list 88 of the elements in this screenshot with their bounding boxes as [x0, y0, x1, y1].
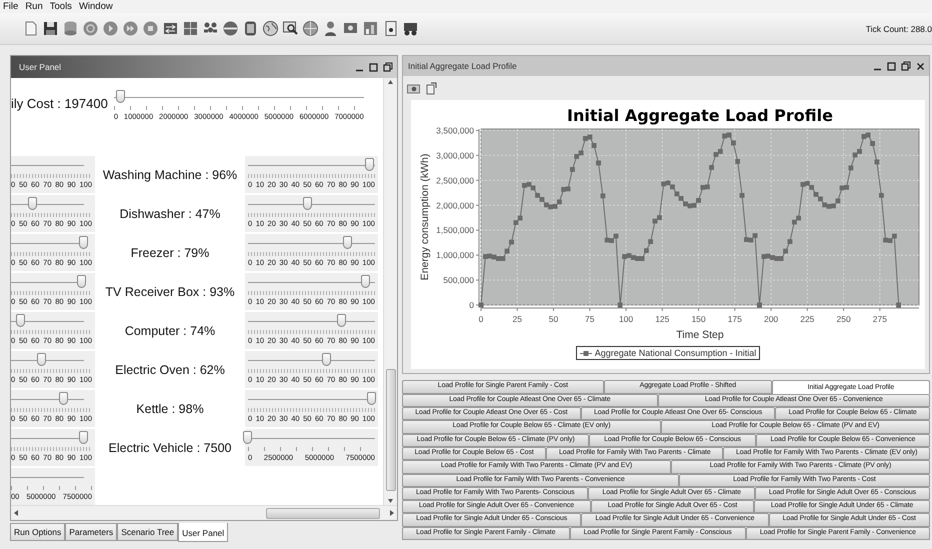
tab[interactable]: Parameters — [65, 523, 118, 541]
slider-thumb[interactable] — [16, 314, 26, 327]
database-icon[interactable] — [62, 20, 79, 37]
tab[interactable]: User Panel — [178, 523, 228, 542]
y-axis-title: Energy consumption (kWh) — [419, 154, 431, 280]
slider-thumb[interactable] — [76, 275, 86, 288]
chart-icon[interactable] — [362, 20, 379, 37]
menu-item[interactable]: File — [3, 1, 18, 12]
slider-label: Freezer : 79% — [130, 246, 210, 260]
slider-label: Kettle : 98% — [136, 402, 204, 416]
slider-label: TV Receiver Box : 93% — [105, 284, 235, 298]
slider-thumb[interactable] — [79, 431, 88, 444]
vehicle-icon[interactable] — [402, 20, 419, 37]
slider-thumb[interactable] — [59, 392, 68, 405]
axis-tick-label: 125 — [655, 314, 670, 324]
slider-thumb[interactable] — [367, 392, 376, 405]
axis-tick-label: 2,500,000 — [436, 175, 474, 186]
axis-tick-label: 175 — [728, 314, 742, 324]
axis-tick-label: 500,000 — [443, 275, 474, 286]
scrollbar-thumb[interactable] — [266, 508, 380, 518]
stop-icon[interactable] — [142, 20, 159, 37]
axis-tick-label: 50 — [548, 314, 558, 324]
tab[interactable]: Run Options — [10, 523, 66, 541]
menu-item[interactable]: Window — [78, 1, 113, 12]
axis-tick-label: 3,000,000 — [436, 150, 474, 160]
slider-thumb[interactable] — [79, 236, 88, 249]
axis-tick-label: 25 — [512, 314, 522, 324]
horizontal-scrollbar[interactable] — [11, 505, 397, 520]
axis-tick-label: 75 — [585, 314, 594, 324]
restore-icon[interactable] — [901, 61, 911, 71]
slider-label: Washing Machine : 96% — [102, 168, 238, 182]
tick-count: Tick Count: 288.0 — [866, 24, 932, 34]
maximize-icon[interactable] — [369, 62, 378, 72]
camera-icon[interactable] — [407, 82, 420, 94]
window-title: User Panel — [19, 62, 62, 72]
slider-thumb[interactable] — [302, 197, 312, 210]
slider-thumb[interactable] — [37, 353, 46, 366]
close-icon[interactable] — [916, 62, 925, 70]
axis-tick-label: 225 — [800, 314, 814, 324]
axis-tick-label: 275 — [872, 314, 887, 324]
axis-tick-label: 1,000,000 — [436, 250, 474, 260]
scrollbar-thumb[interactable] — [386, 369, 396, 491]
power-icon[interactable] — [82, 20, 99, 37]
slider-thumb[interactable] — [243, 431, 252, 444]
axis-tick-label: 0 — [469, 300, 474, 310]
axis-tick-label: 1,500,000 — [436, 225, 474, 236]
axis-tick-label: 2,000,000 — [436, 200, 474, 210]
restore-icon[interactable] — [383, 62, 393, 72]
disk-icon[interactable] — [222, 20, 239, 37]
legend-marker-icon — [580, 350, 592, 356]
save-icon[interactable] — [42, 20, 59, 37]
axis-tick-label: 150 — [691, 314, 706, 324]
menu-item[interactable]: Tools — [50, 1, 72, 12]
chart-title: Initial Aggregate Load Profile — [567, 106, 833, 125]
axis-tick-label: 0 — [478, 314, 484, 324]
arrow-up-icon[interactable] — [387, 78, 394, 86]
arrow-right-icon[interactable] — [388, 509, 395, 517]
slider-label: Dishwasher : 47% — [120, 206, 220, 220]
grid-icon[interactable] — [182, 20, 199, 37]
arrow-down-icon[interactable] — [387, 497, 394, 505]
person-icon[interactable] — [322, 20, 339, 37]
window-title: Initial Aggregate Load Profile — [408, 61, 518, 71]
slider-thumb[interactable] — [343, 236, 352, 249]
slider-thumb[interactable] — [322, 353, 331, 366]
swap-icon[interactable] — [162, 20, 179, 37]
slider-thumb[interactable] — [116, 90, 126, 103]
slider-thumb[interactable] — [364, 158, 374, 171]
slider-thumb[interactable] — [361, 275, 370, 288]
slider-label: Electric Oven : 62% — [115, 362, 225, 376]
fast-forward-icon[interactable] — [122, 20, 139, 37]
axis-tick-label: 3,500,000 — [436, 126, 474, 136]
play-icon[interactable] — [102, 20, 119, 37]
tab[interactable]: Scenario Tree — [117, 523, 178, 541]
slider-thumb[interactable] — [336, 314, 346, 327]
search-icon[interactable] — [282, 20, 299, 37]
menu-item[interactable]: Run — [25, 1, 43, 12]
vertical-scrollbar[interactable] — [383, 78, 397, 505]
arrow-left-icon[interactable] — [13, 509, 20, 517]
legend-label: Aggregate National Consumption - Initial — [594, 348, 756, 358]
slider-thumb[interactable] — [28, 197, 37, 210]
x-axis-title: Time Step — [676, 329, 724, 341]
slider-label: Computer : 74% — [124, 324, 216, 338]
slider-label: ily Cost : 197400 — [11, 96, 108, 112]
axis-tick-label: 100 — [618, 314, 634, 324]
slider-label: Electric Vehicle : 7500 — [108, 440, 232, 454]
axis-tick-label: 200 — [764, 314, 778, 324]
maximize-icon[interactable] — [887, 62, 896, 70]
axis-tick-label: 250 — [836, 314, 851, 324]
